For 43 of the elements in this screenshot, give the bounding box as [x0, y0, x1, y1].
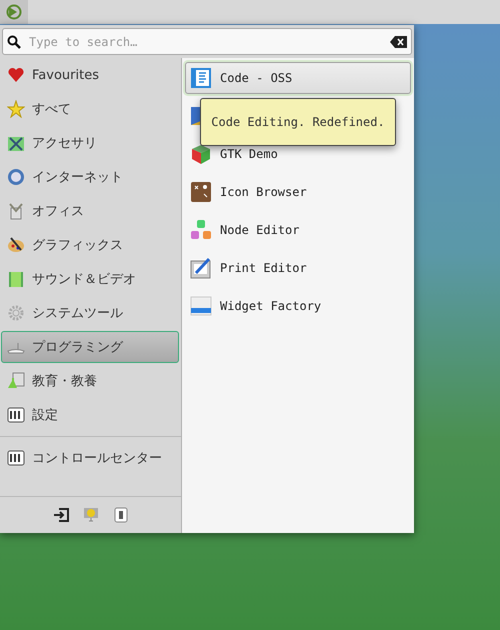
category-item[interactable]: オフィス: [1, 195, 179, 227]
app-item[interactable]: Widget Factory: [185, 290, 411, 322]
monitor-lock-icon: [82, 507, 98, 523]
app-item[interactable]: Print Editor: [185, 252, 411, 284]
settings-icon: [7, 449, 25, 467]
settings-icon: [7, 406, 25, 424]
search-icon: [7, 34, 21, 48]
category-item[interactable]: サウンド＆ビデオ: [1, 263, 179, 295]
globe-icon: [7, 168, 25, 186]
app-item[interactable]: Code - OSS: [185, 62, 411, 94]
gear-icon: [7, 304, 25, 322]
star-icon: [7, 100, 25, 118]
heart-icon: [7, 66, 25, 84]
clear-icon[interactable]: [390, 36, 407, 48]
palette-icon: [7, 236, 25, 254]
category-item[interactable]: 教育・教養: [1, 365, 179, 397]
logout-button[interactable]: [52, 506, 70, 524]
category-item[interactable]: すべて: [1, 93, 179, 125]
logo-icon: [6, 4, 22, 20]
app-item[interactable]: Icon Browser: [185, 176, 411, 208]
code-editor-icon: [190, 67, 212, 89]
category-item[interactable]: 設定: [1, 399, 179, 431]
pencil-icon: [190, 257, 212, 279]
nodes-icon: [190, 219, 212, 241]
category-item[interactable]: アクセサリ: [1, 127, 179, 159]
logout-icon: [52, 508, 68, 522]
search-field[interactable]: Type to search…: [2, 28, 412, 55]
tooltip: Code Editing. Redefined.: [200, 98, 396, 146]
category-item[interactable]: Favourites: [1, 59, 179, 91]
film-icon: [7, 270, 25, 288]
search-field[interactable]: Type to search…: [27, 34, 384, 50]
cube-icon: [190, 143, 212, 165]
category-item[interactable]: プログラミング: [1, 331, 179, 363]
power-switch-icon: [114, 507, 128, 523]
icon-browser-icon: [190, 181, 212, 203]
category-item[interactable]: コントロールセンター: [1, 442, 179, 474]
app-item[interactable]: Node Editor: [185, 214, 411, 246]
category-item[interactable]: グラフィックス: [1, 229, 179, 261]
category-item[interactable]: インターネット: [1, 161, 179, 193]
widget-icon: [190, 295, 212, 317]
shutdown-button[interactable]: [112, 506, 130, 524]
category-item[interactable]: システムツール: [1, 297, 179, 329]
flask-icon: [7, 372, 25, 390]
